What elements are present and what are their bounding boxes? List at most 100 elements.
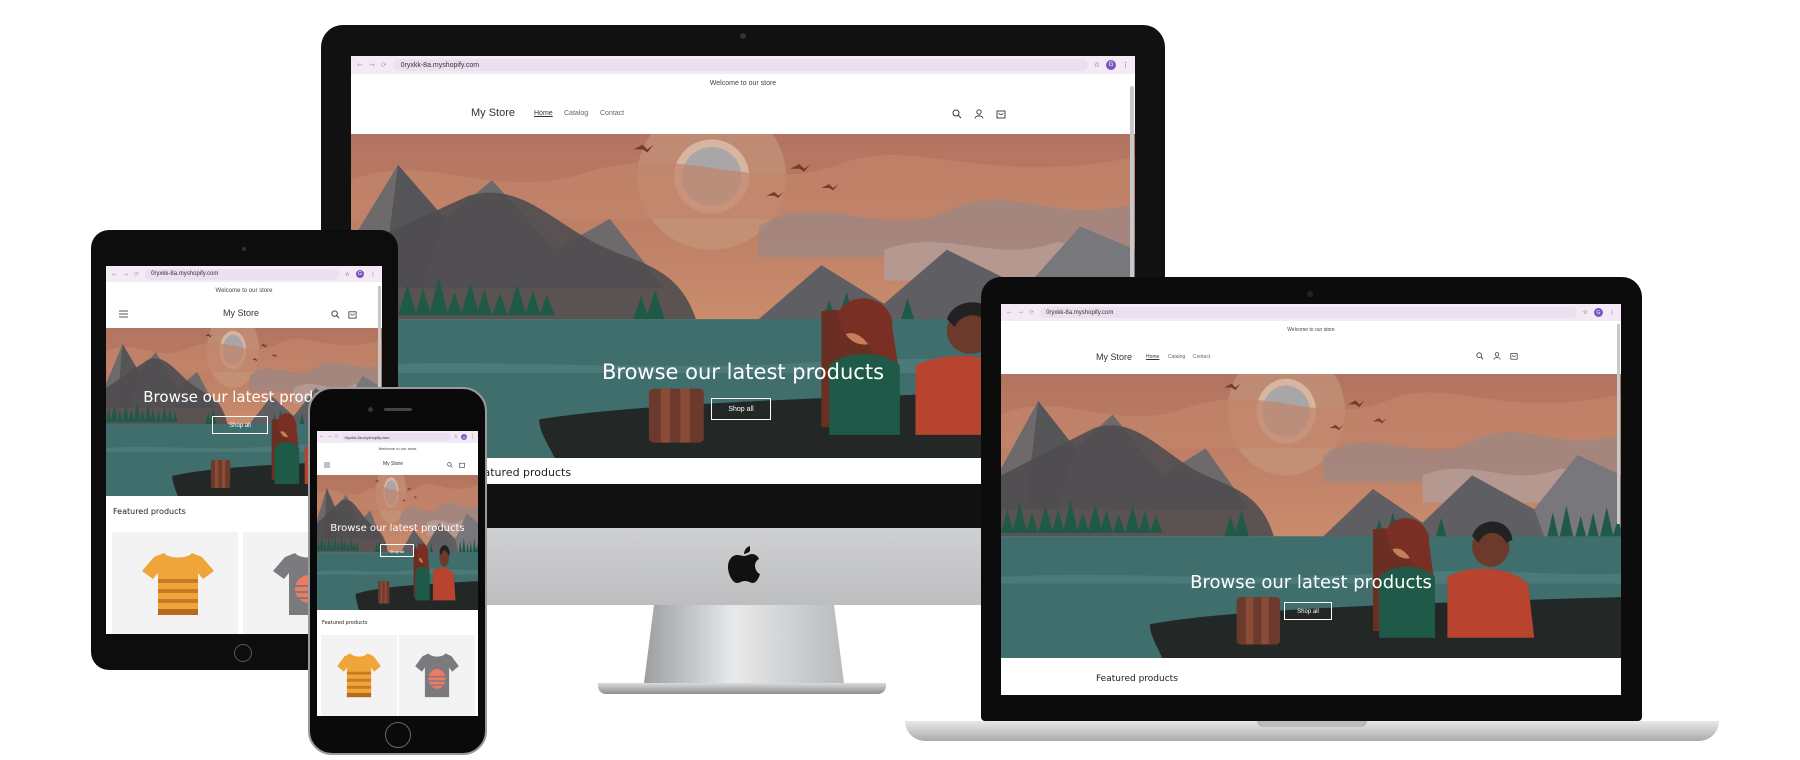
phone-shop-all-button[interactable]: Shop all [380, 544, 414, 557]
laptop-forward-button[interactable]: → [1018, 309, 1023, 316]
tablet-store-header: My Store [106, 300, 382, 329]
laptop: ← → ⟳ 0ryxkk-8a.myshopify.com ☆ G ⋮ Welc… [981, 277, 1642, 721]
back-button[interactable]: ← [357, 61, 363, 69]
nav-contact[interactable]: Contact [600, 110, 624, 117]
tablet-search-icon[interactable] [331, 310, 340, 319]
phone-screen: ← → ⟳ 0ryxkk-8a.myshopify.com ☆ G ⋮ Welc… [317, 431, 478, 716]
phone-cart-icon[interactable] [459, 462, 465, 468]
laptop-shop-all-button[interactable]: Shop all [1284, 602, 1332, 620]
laptop-store-header: My Store Home Catalog Contact [1001, 339, 1621, 375]
laptop-featured-heading: Featured products [1096, 674, 1178, 684]
browser-toolbar: ← → ⟳ 0ryxkk-8a.myshopify.com ☆ G ⋮ [351, 56, 1135, 74]
cart-icon[interactable] [996, 109, 1006, 119]
avatar-letter: G [1108, 62, 1114, 68]
reload-button[interactable]: ⟳ [381, 61, 387, 69]
phone-gray-tshirt-image [415, 653, 459, 698]
store-header: My Store Home Catalog Contact [351, 94, 1135, 135]
laptop-camera [1307, 291, 1313, 297]
phone-hero-banner: Browse our latest products Shop all [317, 475, 478, 610]
tablet-forward-button[interactable]: → [123, 271, 128, 278]
laptop-announcement-bar: Welcome to our store [1001, 321, 1621, 340]
laptop-cart-icon[interactable] [1510, 352, 1518, 360]
laptop-notch [1257, 721, 1367, 727]
phone-store-header: My Store [317, 455, 478, 476]
phone-hero-heading: Browse our latest products [330, 523, 465, 534]
phone-url-text: 0ryxkk-8a.myshopify.com [344, 434, 390, 440]
phone-product-card-orange-tee[interactable] [321, 635, 397, 716]
search-icon[interactable] [952, 109, 962, 119]
laptop-browser-menu-icon[interactable]: ⋮ [1609, 309, 1615, 316]
phone-orange-tshirt-image [337, 653, 381, 698]
address-bar[interactable]: 0ryxkk-8a.myshopify.com [392, 59, 1088, 71]
product-card-orange-tee[interactable] [112, 532, 238, 634]
announcement-text: Welcome to our store [709, 80, 777, 87]
tablet-home-button[interactable] [234, 644, 252, 662]
phone-reload-button[interactable]: ⟳ [334, 434, 338, 440]
tablet-browser-toolbar: ← → ⟳ 0ryxkk-8a.myshopify.com ☆ G ⋮ [106, 266, 382, 282]
tablet-announcement-text: Welcome to our store [215, 288, 273, 294]
tablet-camera [242, 247, 246, 251]
tablet-url-text: 0ryxkk-8a.myshopify.com [151, 271, 219, 277]
phone-announcement-text: Welcome to our store [378, 446, 417, 451]
phone-browser-toolbar: ← → ⟳ 0ryxkk-8a.myshopify.com ☆ G ⋮ [317, 431, 478, 443]
laptop-screen: ← → ⟳ 0ryxkk-8a.myshopify.com ☆ G ⋮ Welc… [1001, 304, 1621, 695]
phone-store-name[interactable]: My Store [383, 461, 403, 467]
laptop-profile-avatar[interactable]: G [1594, 308, 1603, 317]
phone-avatar-letter: G [462, 434, 466, 440]
tablet-browser-menu-icon[interactable]: ⋮ [370, 271, 376, 278]
hamburger-icon[interactable] [119, 310, 128, 318]
phone-forward-button[interactable]: → [327, 434, 331, 440]
tablet-address-bar[interactable]: 0ryxkk-8a.myshopify.com [145, 268, 339, 280]
store-name[interactable]: My Store [471, 107, 515, 119]
laptop-base [905, 721, 1719, 741]
laptop-announcement-text: Welcome to our store [1287, 327, 1335, 333]
browser-menu-icon[interactable]: ⋮ [1122, 61, 1129, 69]
laptop-address-bar[interactable]: 0ryxkk-8a.myshopify.com [1040, 307, 1577, 318]
laptop-bookmark-star-icon[interactable]: ☆ [1583, 309, 1588, 316]
tablet-shop-all-button[interactable]: Shop all [212, 416, 268, 434]
phone-back-button[interactable]: ← [320, 434, 324, 440]
phone-speaker [384, 408, 412, 411]
phone-product-card-gray-tee[interactable] [399, 635, 475, 716]
forward-button[interactable]: → [369, 61, 375, 69]
laptop-reload-button[interactable]: ⟳ [1029, 309, 1034, 316]
profile-avatar[interactable]: G [1106, 60, 1116, 70]
nav-catalog[interactable]: Catalog [564, 110, 588, 117]
laptop-browser-toolbar: ← → ⟳ 0ryxkk-8a.myshopify.com ☆ G ⋮ [1001, 304, 1621, 321]
phone: ← → ⟳ 0ryxkk-8a.myshopify.com ☆ G ⋮ Welc… [308, 387, 487, 755]
laptop-scrollbar[interactable] [1617, 324, 1620, 524]
url-text: 0ryxkk-8a.myshopify.com [400, 61, 480, 69]
phone-search-icon[interactable] [447, 462, 453, 468]
tablet-cart-icon[interactable] [348, 310, 357, 319]
account-icon[interactable] [974, 109, 984, 119]
tablet-back-button[interactable]: ← [112, 271, 117, 278]
laptop-search-icon[interactable] [1476, 352, 1484, 360]
phone-browser-menu-icon[interactable]: ⋮ [470, 434, 475, 440]
laptop-store-name[interactable]: My Store [1096, 352, 1132, 362]
monitor-stand [644, 605, 844, 683]
laptop-url-text: 0ryxkk-8a.myshopify.com [1046, 309, 1114, 316]
phone-address-bar[interactable]: 0ryxkk-8a.myshopify.com [341, 433, 451, 441]
tablet-bookmark-star-icon[interactable]: ☆ [345, 271, 350, 278]
tablet-profile-avatar[interactable]: G [356, 270, 364, 278]
laptop-nav-catalog[interactable]: Catalog [1168, 354, 1185, 360]
laptop-back-button[interactable]: ← [1007, 309, 1012, 316]
phone-hamburger-icon[interactable] [324, 462, 330, 468]
laptop-nav-contact[interactable]: Contact [1193, 354, 1210, 360]
laptop-account-icon[interactable] [1493, 352, 1501, 360]
tablet-reload-button[interactable]: ⟳ [134, 271, 139, 278]
monitor-base [598, 683, 886, 694]
nav-home[interactable]: Home [534, 110, 553, 117]
phone-profile-avatar[interactable]: G [461, 434, 467, 440]
phone-camera [368, 407, 373, 412]
camera-dot [740, 33, 746, 39]
phone-featured-heading: Featured products [322, 620, 368, 626]
tablet-featured-heading: Featured products [113, 507, 186, 516]
announcement-bar: Welcome to our store [351, 74, 1135, 95]
bookmark-star-icon[interactable]: ☆ [1094, 61, 1100, 69]
phone-bookmark-star-icon[interactable]: ☆ [454, 434, 458, 440]
shop-all-button[interactable]: Shop all [711, 398, 771, 420]
laptop-nav-home[interactable]: Home [1146, 354, 1159, 360]
phone-home-button[interactable] [385, 722, 411, 748]
tablet-store-name[interactable]: My Store [223, 308, 259, 318]
